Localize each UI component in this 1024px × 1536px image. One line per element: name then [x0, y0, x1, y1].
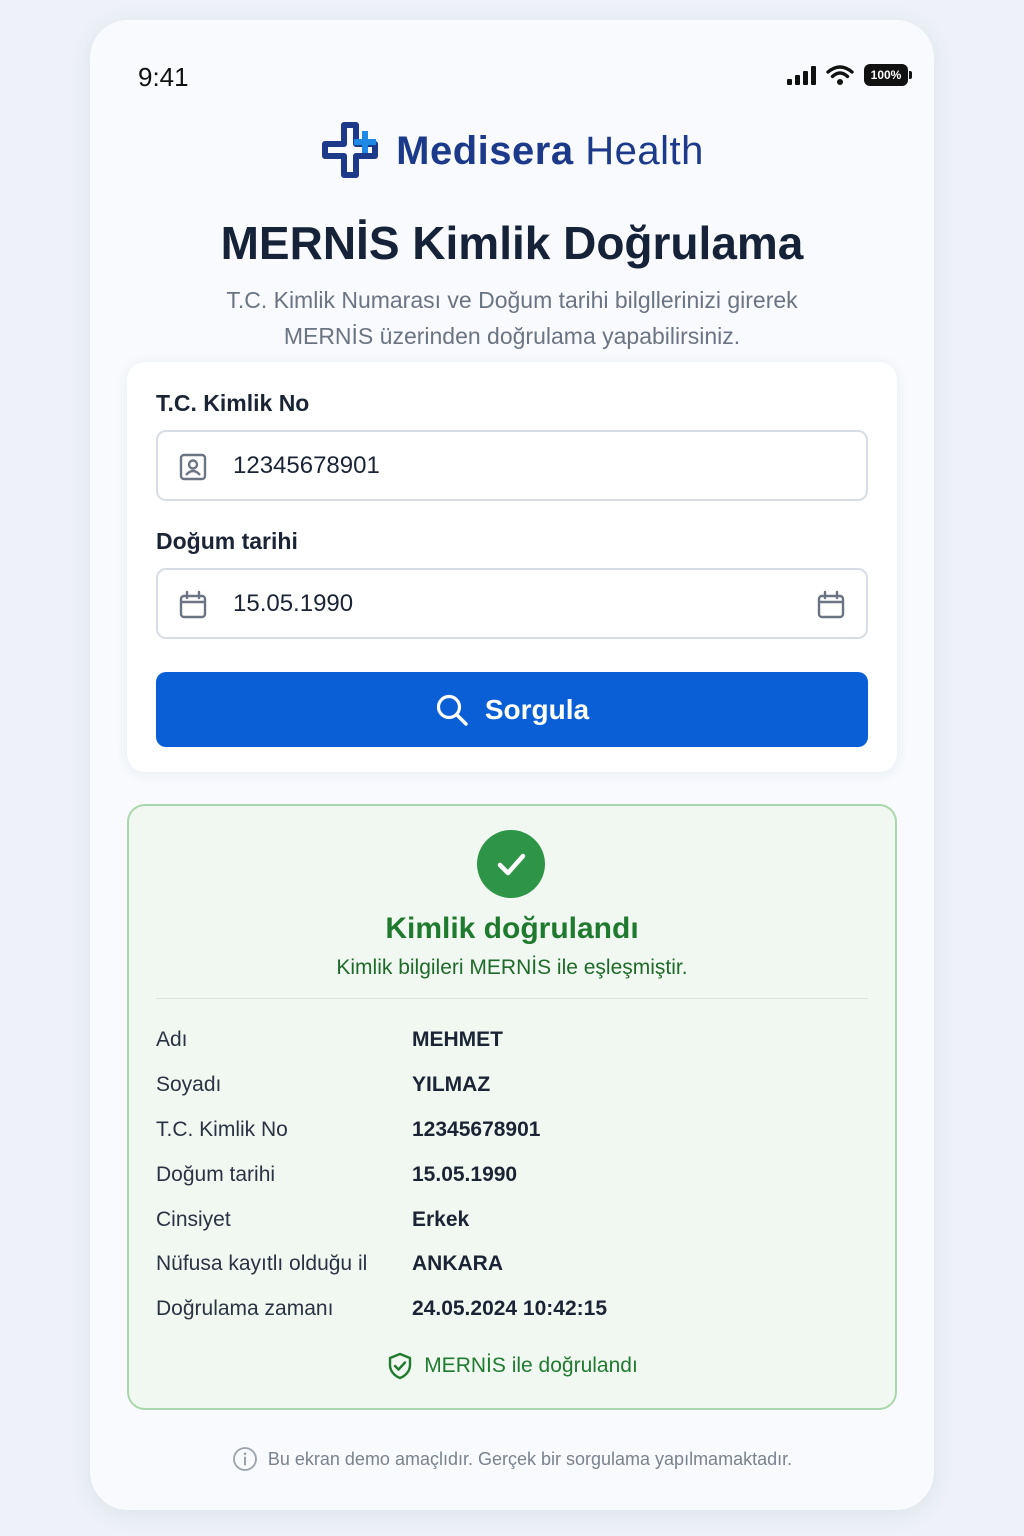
detail-value: 15.05.1990 — [412, 1162, 518, 1186]
detail-row: T.C. Kimlik No 12345678901 — [156, 1108, 872, 1153]
brand-name: Medisera Health — [396, 129, 704, 174]
battery-level: 100% — [870, 68, 902, 82]
verification-result-card: Kimlik doğrulandı Kimlik bilgileri MERNİ… — [127, 804, 897, 1410]
detail-key: T.C. Kimlik No — [156, 1117, 288, 1141]
demo-disclaimer: Bu ekran demo amaçlıdır. Gerçek bir sorg… — [90, 1446, 934, 1472]
status-icons: 100% — [787, 64, 912, 86]
status-time: 9:41 — [138, 62, 189, 92]
detail-key: Doğum tarihi — [156, 1162, 276, 1186]
tc-input-value: 12345678901 — [233, 452, 380, 479]
wifi-icon — [826, 65, 854, 85]
detail-value: YILMAZ — [412, 1073, 491, 1097]
page-title: MERNİS Kimlik Doğrulama — [220, 217, 804, 269]
id-card-icon — [179, 453, 207, 481]
check-icon — [497, 853, 526, 876]
search-icon — [436, 694, 468, 726]
disclaimer-text: Bu ekran demo amaçlıdır. Gerçek bir sorg… — [267, 1448, 793, 1469]
detail-row: Nüfusa kayıtlı olduğu il ANKARA — [156, 1242, 872, 1287]
query-form-card: T.C. Kimlik No 12345678901 Doğum tarihi … — [127, 362, 897, 772]
detail-key: Cinsiyet — [156, 1207, 231, 1231]
divider — [156, 998, 868, 999]
detail-value: MEHMET — [412, 1028, 503, 1052]
detail-value: ANKARA — [412, 1252, 503, 1276]
phone-screen: 9:41 100% Medisera Health MERNİS Kimlik … — [90, 20, 934, 1510]
shield-check-icon — [388, 1352, 412, 1380]
detail-row: Adı MEHMET — [156, 1018, 872, 1063]
detail-key: Doğrulama zamanı — [156, 1297, 334, 1321]
brand-name-light: Health — [585, 128, 704, 173]
detail-row: Cinsiyet Erkek — [156, 1197, 872, 1242]
dob-input-value: 15.05.1990 — [233, 590, 354, 617]
status-bar: 9:41 100% — [138, 60, 912, 100]
brand-name-bold: Medisera — [396, 128, 574, 173]
signal-icon — [787, 65, 816, 85]
detail-value: Erkek — [412, 1207, 470, 1231]
query-button[interactable]: Sorgula — [156, 672, 868, 747]
detail-key: Adı — [156, 1028, 188, 1052]
detail-key: Soyadı — [156, 1073, 222, 1097]
dob-input[interactable]: 15.05.1990 — [156, 568, 868, 639]
page-subtitle-line1: T.C. Kimlik Numarası ve Doğum tarihi bil… — [226, 287, 798, 313]
calendar-picker-icon[interactable] — [816, 590, 846, 620]
detail-row: Doğum tarihi 15.05.1990 — [156, 1152, 872, 1197]
result-subtitle: Kimlik bilgileri MERNİS ile eşleşmiştir. — [336, 956, 688, 979]
detail-key: Nüfusa kayıtlı olduğu il — [156, 1252, 368, 1276]
success-badge — [477, 830, 545, 898]
detail-value: 12345678901 — [412, 1117, 541, 1141]
battery-icon: 100% — [864, 64, 912, 86]
result-title: Kimlik doğrulandı — [385, 912, 639, 945]
info-icon — [232, 1447, 257, 1471]
medical-cross-logo-icon — [322, 122, 379, 178]
dob-label: Doğum tarihi — [156, 528, 298, 554]
identity-details: Adı MEHMET Soyadı YILMAZ T.C. Kimlik No … — [156, 1018, 872, 1332]
verified-badge-label: MERNİS ile doğrulandı — [424, 1354, 638, 1377]
brand-logo: Medisera Health — [90, 120, 934, 182]
tc-label: T.C. Kimlik No — [156, 390, 310, 416]
tc-input[interactable]: 12345678901 — [156, 430, 868, 501]
page-subtitle-line2: MERNİS üzerinden doğrulama yapabilirsini… — [283, 323, 741, 349]
detail-value: 24.05.2024 10:42:15 — [412, 1297, 607, 1321]
detail-row: Doğrulama zamanı 24.05.2024 10:42:15 — [156, 1287, 872, 1332]
detail-row: Soyadı YILMAZ — [156, 1063, 872, 1108]
mernis-verified-badge: MERNİS ile doğrulandı — [129, 1352, 895, 1380]
query-button-label: Sorgula — [484, 693, 590, 725]
calendar-icon — [179, 590, 207, 619]
page-subtitle: T.C. Kimlik Numarası ve Doğum tarihi bil… — [180, 282, 844, 354]
